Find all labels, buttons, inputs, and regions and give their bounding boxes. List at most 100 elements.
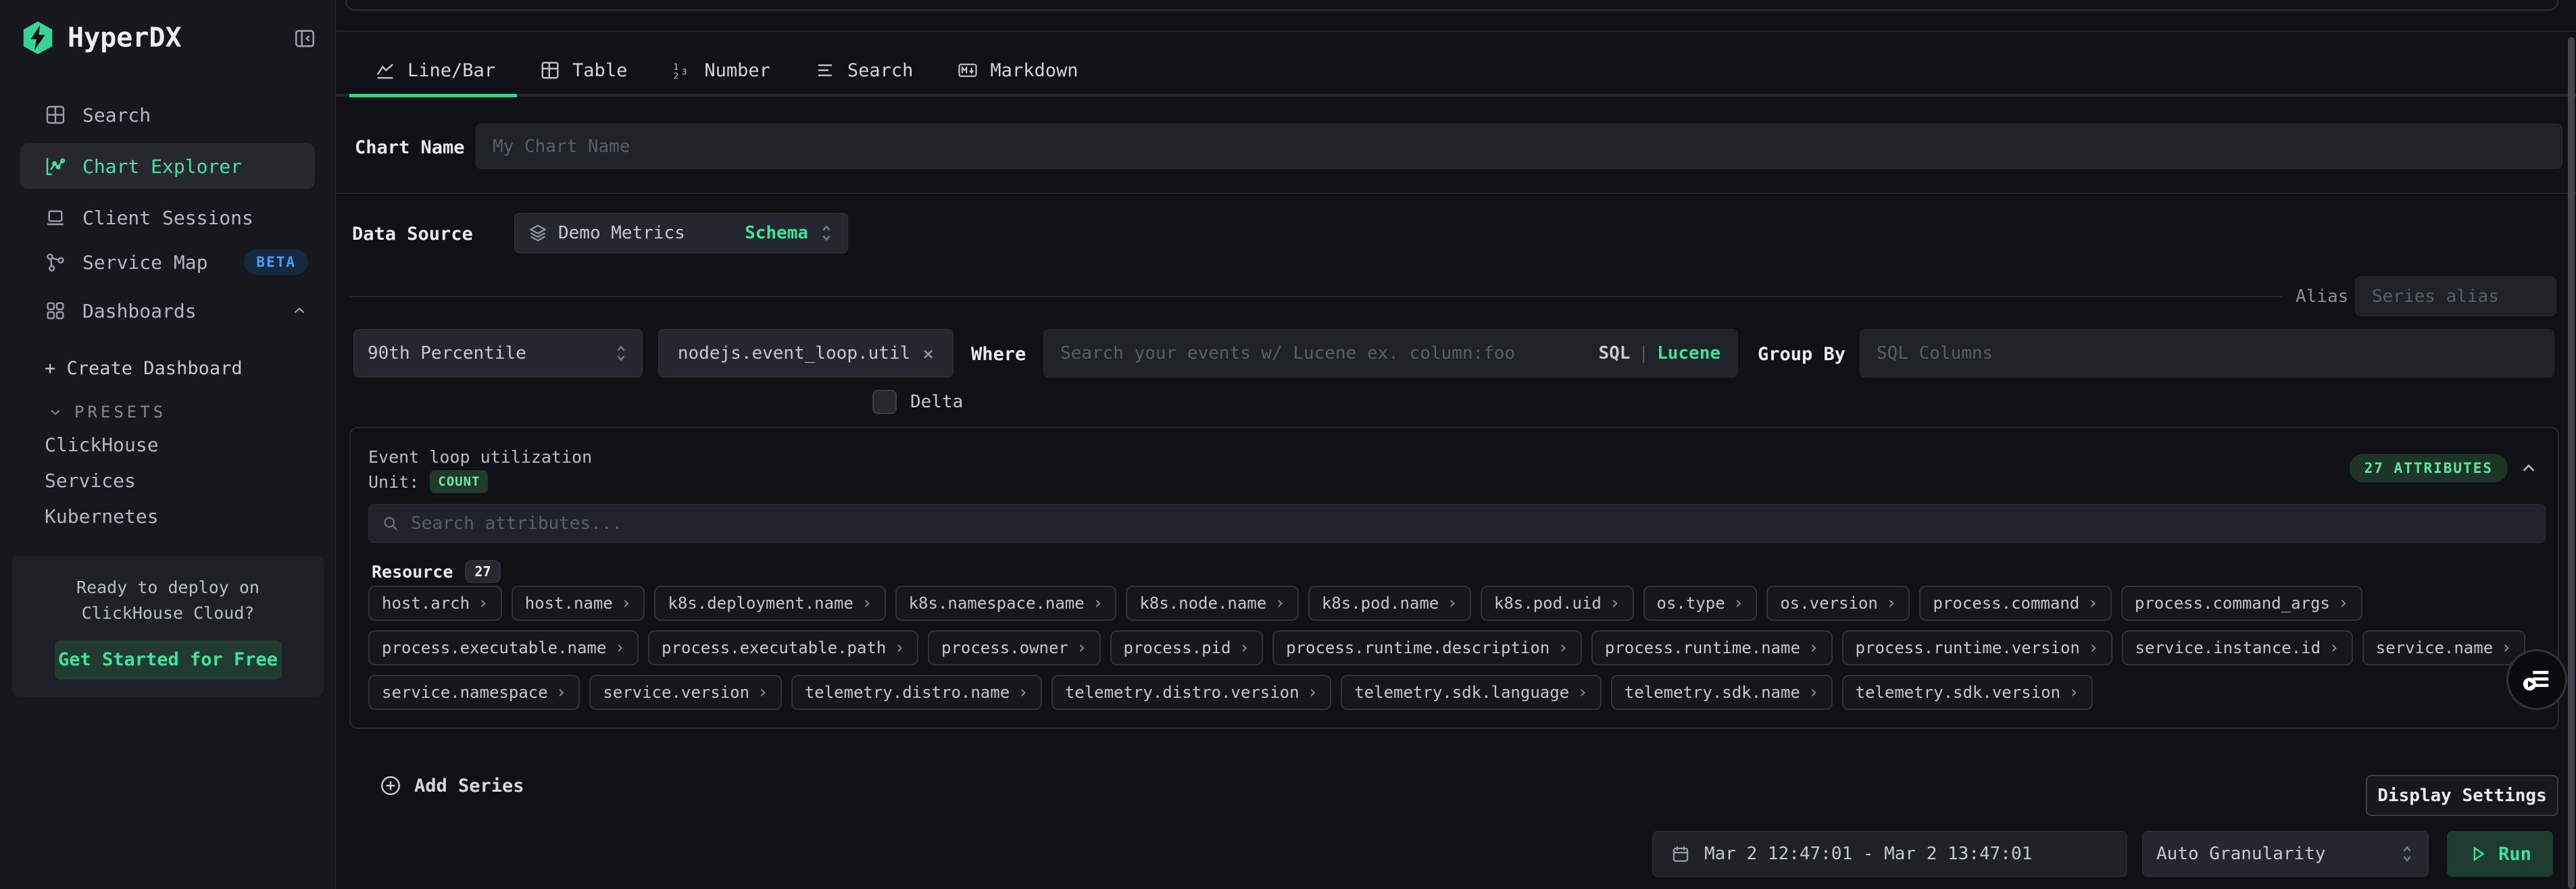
- run-button[interactable]: Run: [2447, 831, 2553, 877]
- sidebar-item-client-sessions[interactable]: Client Sessions: [20, 199, 315, 236]
- attribute-chip-label: k8s.node.name: [1139, 594, 1266, 613]
- chevron-up-icon[interactable]: [2519, 458, 2539, 481]
- clickhouse-cloud-promo: Ready to deploy on ClickHouse Cloud? Get…: [11, 556, 324, 697]
- attribute-chip[interactable]: k8s.pod.uid›: [1481, 586, 1634, 621]
- chevron-right-icon: ›: [1610, 593, 1620, 613]
- attribute-chip-label: process.command_args: [2135, 594, 2330, 613]
- tab-search[interactable]: Search: [815, 60, 914, 81]
- divider: [349, 296, 2282, 297]
- presets-header[interactable]: PRESETS: [47, 403, 166, 422]
- attribute-chip[interactable]: process.executable.path›: [648, 630, 918, 665]
- sidebar-item-search[interactable]: Search: [20, 96, 315, 134]
- attribute-chip[interactable]: process.runtime.name›: [1591, 630, 1833, 665]
- attribute-chip[interactable]: process.command›: [1919, 586, 2111, 621]
- display-settings-button[interactable]: Display Settings: [2366, 775, 2558, 816]
- lucene-toggle[interactable]: Lucene: [1657, 343, 1720, 363]
- sidebar-item-chart-explorer[interactable]: Chart Explorer: [20, 143, 315, 189]
- create-dashboard-button[interactable]: + Create Dashboard: [45, 358, 243, 379]
- preset-item-clickhouse[interactable]: ClickHouse: [45, 434, 159, 456]
- attribute-chip[interactable]: service.name›: [2362, 630, 2525, 665]
- attribute-chip[interactable]: host.arch›: [368, 586, 502, 621]
- aggregation-value: 90th Percentile: [368, 343, 526, 363]
- attribute-chip[interactable]: process.command_args›: [2121, 586, 2362, 621]
- delta-checkbox[interactable]: [872, 390, 897, 414]
- data-source-value: Demo Metrics: [558, 223, 685, 243]
- feedback-widget-button[interactable]: [2506, 649, 2567, 710]
- chevron-right-icon: ›: [1808, 682, 1819, 703]
- attribute-chip[interactable]: telemetry.distro.version›: [1051, 675, 1331, 710]
- beta-badge: BETA: [244, 249, 308, 275]
- chevron-right-icon: ›: [862, 593, 872, 613]
- attribute-chip[interactable]: process.pid›: [1110, 630, 1264, 665]
- tab-markdown[interactable]: Markdown: [958, 60, 1078, 81]
- vertical-scrollbar[interactable]: [2568, 37, 2575, 889]
- sql-toggle[interactable]: SQL: [1598, 343, 1630, 363]
- attribute-chip[interactable]: k8s.pod.name›: [1308, 586, 1471, 621]
- attributes-count-badge[interactable]: 27 ATTRIBUTES: [2350, 454, 2508, 482]
- attribute-search-input[interactable]: [411, 505, 2533, 542]
- attribute-search: [368, 504, 2546, 543]
- attribute-chip[interactable]: host.name›: [512, 586, 645, 621]
- chevron-right-icon: ›: [621, 593, 632, 613]
- attribute-chip[interactable]: telemetry.distro.name›: [791, 675, 1042, 710]
- attribute-chip[interactable]: telemetry.sdk.version ›: [1842, 675, 2093, 710]
- attribute-chip[interactable]: k8s.namespace.name›: [895, 586, 1117, 621]
- preset-item-kubernetes[interactable]: Kubernetes: [45, 505, 159, 528]
- attribute-chip-label: host.arch: [382, 594, 470, 613]
- main-content: Line/Bar Table 1 2 3 Number: [336, 0, 2576, 889]
- schema-link[interactable]: Schema: [745, 223, 808, 243]
- attribute-chip[interactable]: telemetry.sdk.name›: [1611, 675, 1833, 710]
- attribute-chip[interactable]: telemetry.sdk.language›: [1341, 675, 1602, 710]
- chart-name-input[interactable]: [476, 124, 2562, 169]
- tab-number[interactable]: 1 2 3 Number: [672, 60, 770, 81]
- attribute-chip-label: process.executable.name: [382, 638, 606, 657]
- get-started-button[interactable]: Get Started for Free: [55, 640, 282, 680]
- attribute-chip[interactable]: k8s.node.name›: [1126, 586, 1299, 621]
- chevron-right-icon: ›: [1239, 638, 1249, 658]
- play-icon: [2469, 844, 2487, 863]
- series-alias-input[interactable]: [2355, 276, 2556, 316]
- sidebar-item-dashboards[interactable]: Dashboards: [20, 292, 315, 330]
- markdown-icon: [958, 60, 978, 80]
- brand: HyperDX: [20, 20, 182, 55]
- attribute-chip[interactable]: process.runtime.version›: [1842, 630, 2112, 665]
- group-by-input[interactable]: [1860, 329, 2554, 378]
- attribute-chip[interactable]: os.version›: [1766, 586, 1910, 621]
- svg-text:2: 2: [674, 71, 679, 81]
- data-source-select[interactable]: Demo Metrics Schema: [514, 213, 848, 253]
- granularity-value: Auto Granularity: [2156, 844, 2325, 864]
- attribute-chip-label: telemetry.sdk.version: [1856, 683, 2060, 702]
- attribute-chip[interactable]: process.owner›: [928, 630, 1101, 665]
- time-range-picker[interactable]: Mar 2 12:47:01 - Mar 2 13:47:01: [1652, 831, 2127, 877]
- attribute-group-label: Resource: [372, 562, 453, 582]
- sidebar-collapse-icon[interactable]: [293, 27, 316, 53]
- close-icon[interactable]: ×: [922, 342, 934, 365]
- chevron-up-icon[interactable]: [291, 302, 308, 320]
- attribute-chip[interactable]: service.namespace›: [368, 675, 580, 710]
- attribute-chip[interactable]: process.executable.name›: [368, 630, 639, 665]
- attribute-chip[interactable]: os.type›: [1643, 586, 1758, 621]
- metric-field-tag[interactable]: nodejs.event_loop.util ×: [658, 329, 953, 378]
- aggregation-select[interactable]: 90th Percentile: [353, 329, 643, 378]
- chart-line-icon: [45, 155, 66, 177]
- preset-item-services[interactable]: Services: [45, 469, 136, 492]
- sidebar-item-service-map[interactable]: Service Map BETA: [20, 243, 315, 281]
- attribute-chip[interactable]: process.runtime.description›: [1272, 630, 1582, 665]
- layout-grid-icon: [45, 104, 66, 126]
- chevron-right-icon: ›: [2069, 682, 2079, 703]
- attribute-chip[interactable]: service.version›: [589, 675, 781, 710]
- tab-line-bar[interactable]: Line/Bar: [375, 60, 495, 81]
- attribute-chip[interactable]: k8s.deployment.name›: [654, 586, 885, 621]
- group-by-label: Group By: [1758, 344, 1846, 365]
- attribute-chip-label: service.namespace: [382, 683, 548, 702]
- attribute-chip-label: process.executable.path: [662, 638, 886, 657]
- chevron-right-icon: ›: [1447, 593, 1458, 613]
- add-series-button[interactable]: Add Series: [379, 774, 524, 797]
- tab-table[interactable]: Table: [540, 60, 627, 81]
- attribute-chip[interactable]: service.instance.id›: [2122, 630, 2353, 665]
- delta-label: Delta: [910, 392, 963, 412]
- granularity-select[interactable]: Auto Granularity: [2142, 831, 2429, 877]
- unit-badge: COUNT: [430, 470, 488, 493]
- chevron-right-icon: ›: [2088, 638, 2099, 658]
- laptop-icon: [45, 207, 66, 228]
